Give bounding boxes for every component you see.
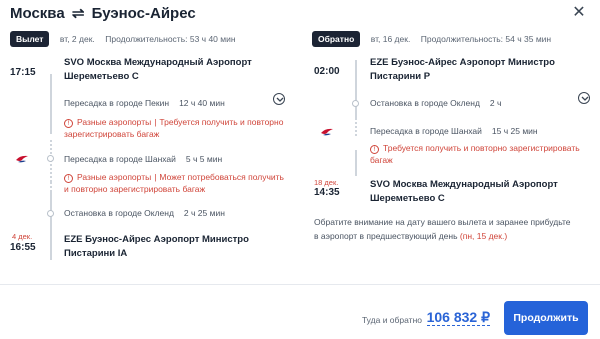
- china-eastern-logo-icon: [321, 128, 333, 136]
- route-title: Москва ⇌ Буэнос-Айрес: [10, 4, 196, 22]
- stop-auckland: Остановка в городе Окленд 2 ч: [370, 98, 501, 108]
- close-button[interactable]: ✕: [570, 4, 588, 22]
- stop-dot: [352, 100, 359, 107]
- expand-inbound-button[interactable]: [578, 92, 590, 104]
- baggage-warning: ! Разные аэропорты | Может потребоваться по…: [64, 171, 284, 195]
- transfer-beijing: Пересадка в городе Пекин 12 ч 40 мин: [64, 98, 225, 108]
- departure-time: 02:00: [314, 66, 340, 77]
- stop-dot: [47, 155, 54, 162]
- stop-dot: [47, 210, 54, 217]
- transfer-duration: 12 ч 40 мин: [179, 98, 225, 108]
- transfer-shanghai: Пересадка в городе Шанхай 5 ч 5 мин: [64, 154, 222, 164]
- arrival-airport: EZE Буэнос-Айрес Аэропорт Министро Писта…: [64, 234, 249, 259]
- footer: Туда и обратно 106 832 ₽ Продолжить: [0, 284, 600, 339]
- warning-text-a: Разные аэропорты: [77, 117, 152, 127]
- total-price[interactable]: 106 832 ₽: [426, 309, 490, 326]
- header: Москва ⇌ Буэнос-Айрес ✕: [0, 0, 600, 28]
- departure-time: 17:15: [10, 67, 36, 78]
- stop-label: Остановка в городе Окленд: [370, 98, 480, 108]
- inbound-badge: Обратно: [312, 30, 361, 47]
- transfer-duration: 5 ч 5 мин: [185, 154, 223, 164]
- arrival-airport: SVO Москва Международный Аэропорт Шереме…: [370, 179, 558, 204]
- continue-button[interactable]: Продолжить: [504, 301, 588, 335]
- expand-outbound-button[interactable]: [273, 93, 285, 105]
- chevron-down-icon: [276, 97, 284, 102]
- stop-auckland: Остановка в городе Окленд 2 ч 25 мин: [64, 208, 225, 218]
- inbound-header: Обратно вт, 16 дек. Продолжительность: 5…: [312, 30, 551, 50]
- timeline-segment: [50, 74, 52, 134]
- outbound-duration: Продолжительность: 53 ч 40 мин: [105, 33, 236, 44]
- transfer-label: Пересадка в городе Шанхай: [370, 126, 482, 136]
- stop-label: Остановка в городе Окленд: [64, 208, 174, 218]
- inbound-date: вт, 16 дек.: [370, 33, 411, 44]
- warning-icon: !: [370, 145, 379, 154]
- baggage-warning: ! Разные аэропорты | Требуется получить и п…: [64, 116, 284, 140]
- arrival-date: 4 дек.: [12, 232, 33, 241]
- timeline-segment: [355, 60, 357, 120]
- transfer-shanghai: Пересадка в городе Шанхай 15 ч 25 мин: [370, 126, 538, 136]
- departure-airport: SVO Москва Международный Аэропорт Шереме…: [64, 57, 252, 82]
- origin-city: Москва: [10, 5, 65, 22]
- arrival-time: 14:35: [314, 187, 340, 198]
- price-label: Туда и обратно: [361, 315, 422, 325]
- destination-city: Буэнос-Айрес: [91, 5, 196, 22]
- close-icon: ✕: [572, 4, 586, 21]
- departure-date-notice: Обратите внимание на дату вашего вылета …: [314, 215, 574, 243]
- baggage-warning: ! Требуется получить и повторно зарегистр…: [370, 142, 590, 166]
- inbound-duration: Продолжительность: 54 ч 35 мин: [420, 33, 552, 44]
- chevron-down-icon: [581, 96, 589, 101]
- warning-icon: !: [64, 119, 73, 128]
- transfer-duration: 15 ч 25 мин: [491, 126, 538, 136]
- outbound-header: Вылет вт, 2 дек. Продолжительность: 53 ч…: [10, 30, 236, 50]
- timeline-segment: [355, 150, 357, 176]
- warning-text-a: Разные аэропорты: [77, 172, 152, 182]
- airline-logo: [15, 152, 29, 164]
- warning-text-b: Требуется получить и повторно зарегистри…: [370, 143, 580, 165]
- departure-airport: EZE Буэнос-Айрес Аэропорт Министро Писта…: [370, 57, 555, 82]
- transfer-label: Пересадка в городе Шанхай: [64, 154, 176, 164]
- transfer-label: Пересадка в городе Пекин: [64, 98, 170, 108]
- warning-icon: !: [64, 174, 73, 183]
- warning-separator: |: [154, 172, 157, 182]
- notice-highlight: (пн, 15 дек.): [459, 231, 508, 241]
- timeline-segment: [50, 190, 52, 260]
- notice-text: Обратите внимание на дату вашего вылета …: [314, 217, 571, 241]
- stop-duration: 2 ч: [489, 98, 502, 108]
- airline-logo: [320, 125, 334, 137]
- stop-duration: 2 ч 25 мин: [183, 208, 225, 218]
- timeline-transfer: [355, 122, 357, 136]
- warning-separator: |: [154, 117, 157, 127]
- outbound-date: вт, 2 дек.: [59, 33, 95, 44]
- arrival-date: 18 дек.: [314, 178, 339, 187]
- outbound-badge: Вылет: [10, 30, 50, 47]
- swap-icon: ⇌: [71, 5, 85, 22]
- arrival-time: 16:55: [10, 242, 36, 253]
- china-eastern-logo-icon: [16, 155, 28, 163]
